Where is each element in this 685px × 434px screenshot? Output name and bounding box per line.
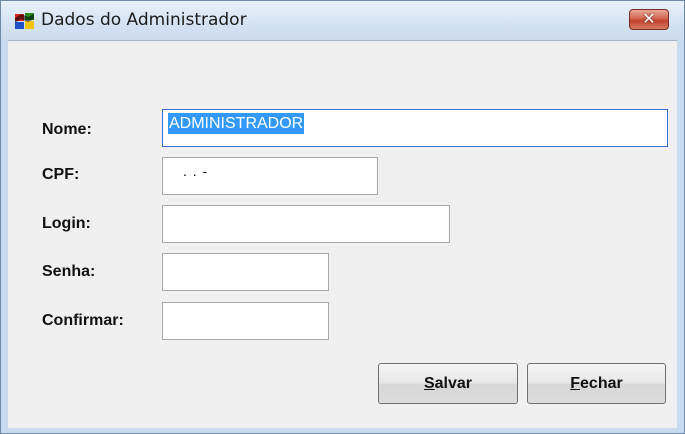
window-title: Dados do Administrador [41,10,247,30]
salvar-button[interactable]: Salvar [378,363,518,404]
senha-input[interactable] [162,253,329,291]
nome-selected-text: ADMINISTRADOR [168,113,305,134]
close-button[interactable]: ✕ [629,9,669,30]
nome-input[interactable]: ADMINISTRADOR [162,109,668,147]
form-area: Nome: ADMINISTRADOR CPF: . . - Login: Se… [8,40,677,428]
close-icon: ✕ [642,9,656,28]
confirmar-label: Confirmar: [42,312,124,329]
salvar-label: alvar [434,375,473,392]
login-input[interactable] [162,205,450,243]
dialog-window: Dados do Administrador ✕ Nome: ADMINISTR… [0,0,685,434]
confirmar-input[interactable] [162,302,329,340]
cpf-mask: . . - [183,163,209,179]
fechar-button[interactable]: Fechar [527,363,666,404]
senha-label: Senha: [42,263,96,280]
fechar-label: echar [580,375,623,392]
salvar-accelerator: S [423,375,435,392]
login-label: Login: [42,215,91,232]
nome-label: Nome: [42,121,92,138]
app-icon [15,13,34,29]
cpf-label: CPF: [42,166,80,183]
cpf-input[interactable]: . . - [162,157,378,195]
fechar-accelerator: F [570,375,581,392]
title-bar[interactable]: Dados do Administrador ✕ [1,1,684,40]
